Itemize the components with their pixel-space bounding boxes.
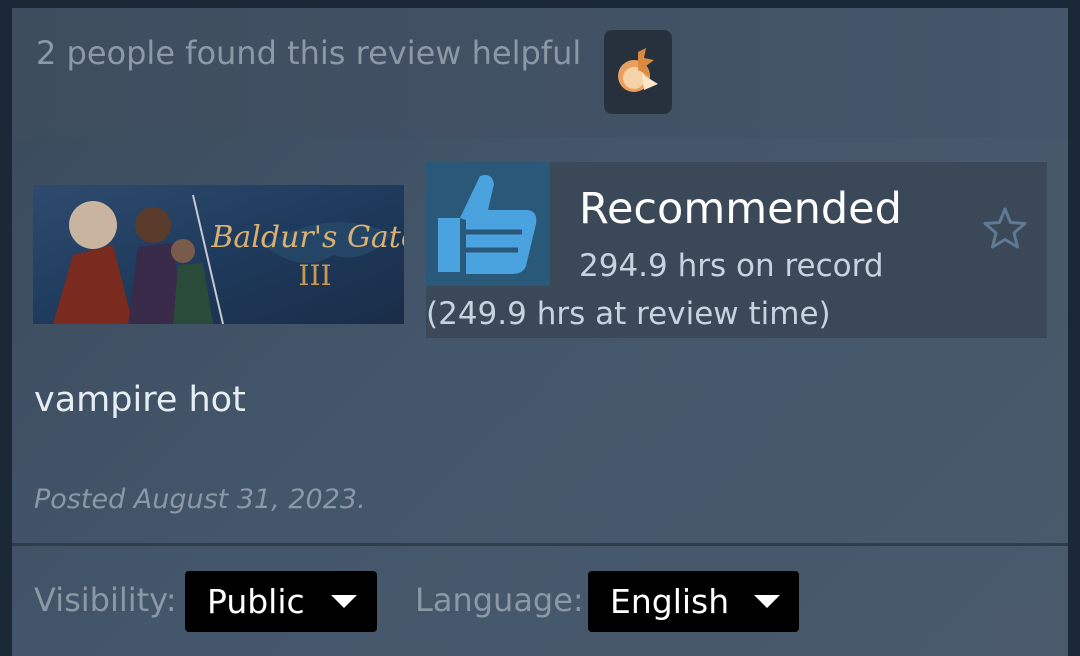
language-dropdown[interactable]: English: [588, 571, 799, 632]
language-label: Language:: [415, 581, 584, 619]
game-logo-title: Baldur's Gate: [210, 220, 404, 255]
footer-divider: [12, 543, 1068, 546]
visibility-value: Public: [207, 582, 305, 621]
helpful-bar: 2 people found this review helpful: [12, 8, 1068, 138]
game-capsule-image[interactable]: Baldur's Gate III: [33, 185, 404, 324]
recommendation-block: Recommended 294.9 hrs on record (249.9 h…: [426, 162, 1047, 338]
game-logo-numeral: III: [298, 259, 331, 292]
helpful-count-text: 2 people found this review helpful: [36, 34, 582, 72]
hours-at-review-time: (249.9 hrs at review time): [426, 296, 831, 332]
star-icon[interactable]: [982, 206, 1028, 250]
chevron-down-icon: [331, 595, 357, 608]
thumbs-up-icon: [438, 175, 537, 274]
posted-date: Posted August 31, 2023.: [34, 484, 366, 515]
visibility-label: Visibility:: [34, 581, 177, 619]
award-icon: [618, 48, 658, 92]
thumbs-up-box: [426, 162, 550, 286]
hours-on-record: 294.9 hrs on record: [579, 248, 884, 284]
review-body: vampire hot: [34, 380, 246, 420]
award-badge[interactable]: [604, 30, 672, 114]
recommendation-title: Recommended: [579, 184, 902, 234]
review-card: 2 people found this review helpful Baldu…: [12, 8, 1068, 656]
chevron-down-icon: [754, 595, 780, 608]
visibility-dropdown[interactable]: Public: [185, 571, 377, 632]
language-value: English: [610, 582, 730, 621]
